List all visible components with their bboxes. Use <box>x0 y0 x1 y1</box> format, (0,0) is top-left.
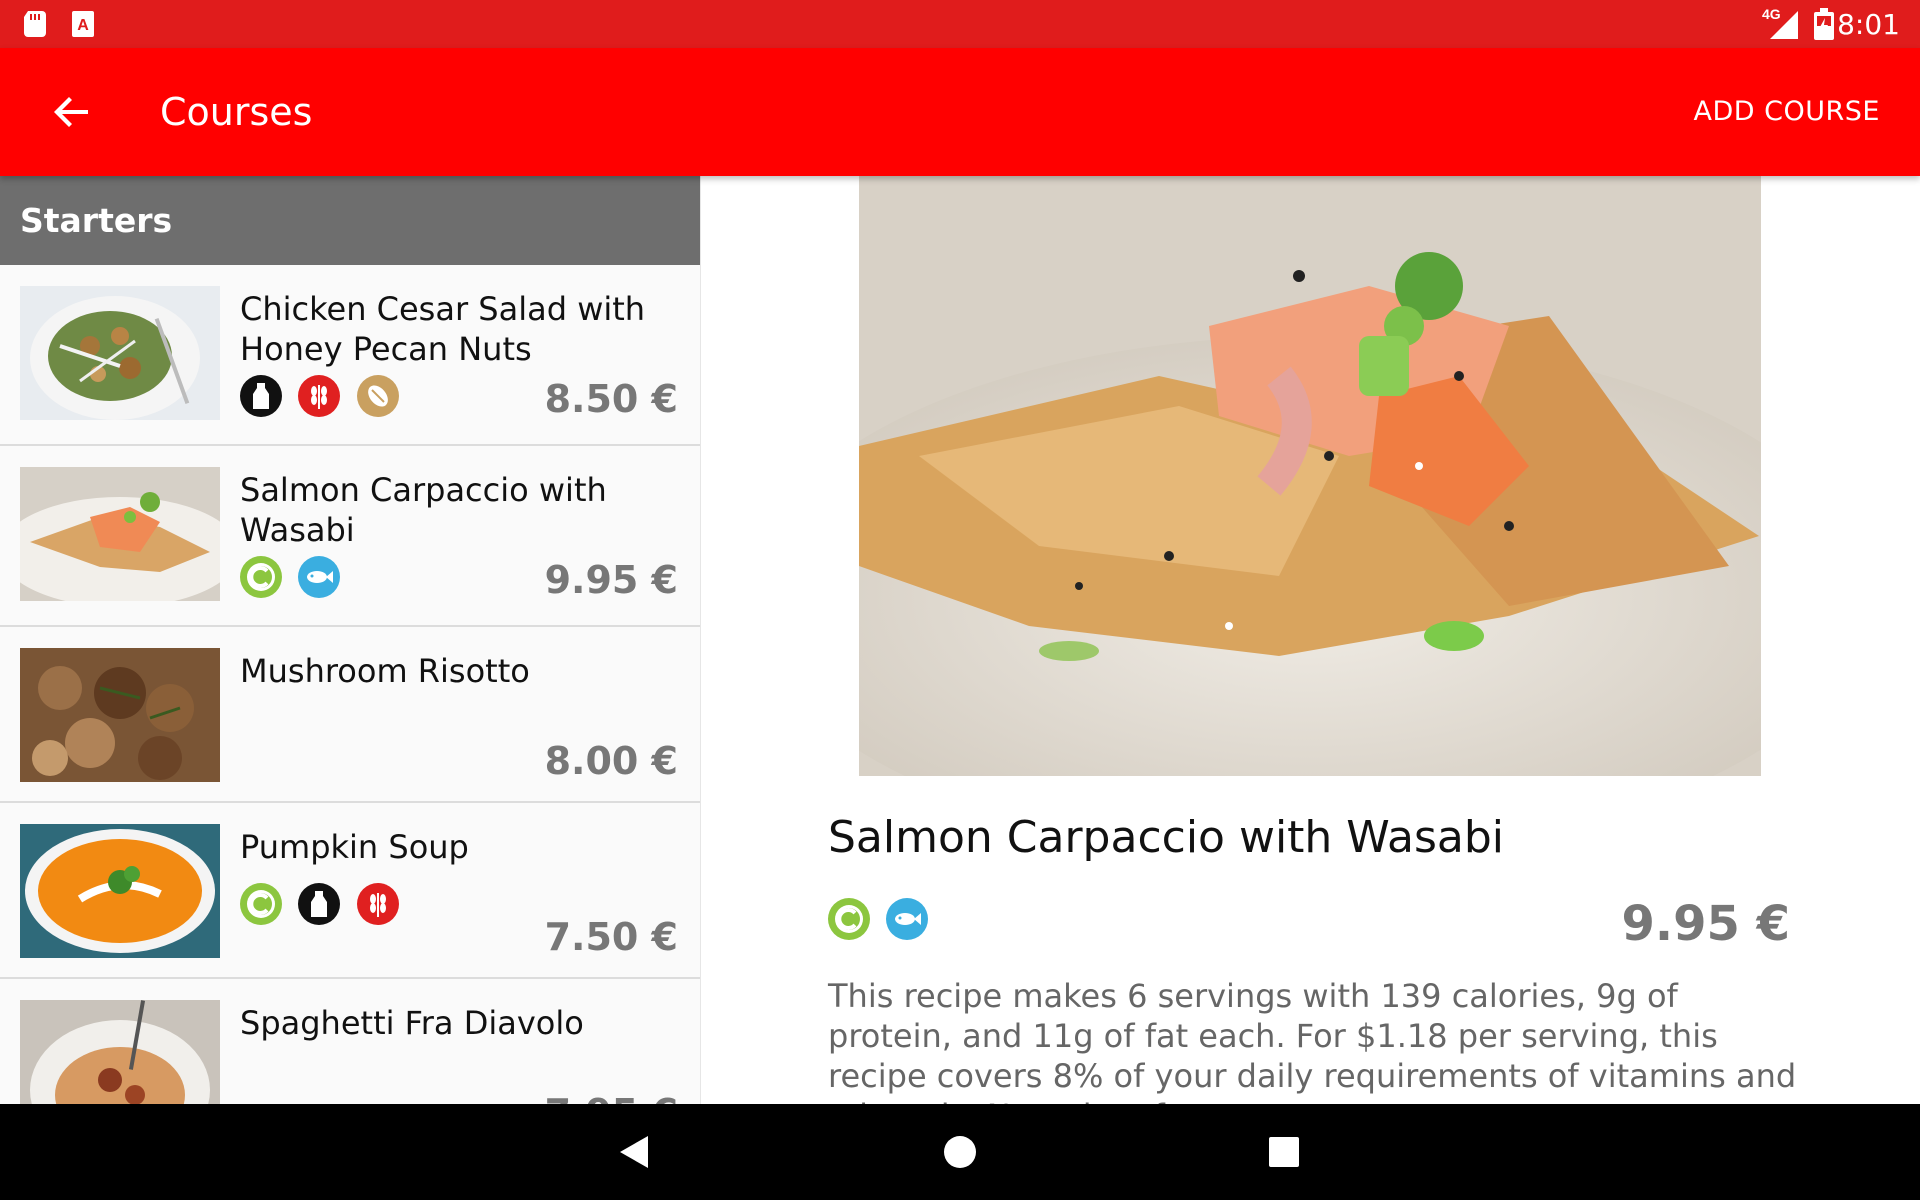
arrow-back-icon <box>54 97 88 127</box>
list-item[interactable]: Salmon Carpaccio with Wasabi 9.95 € <box>0 446 700 627</box>
sd-card-icon <box>24 11 46 42</box>
course-price: 9.95 € <box>544 558 678 602</box>
gluten-icon <box>356 883 399 925</box>
milk-icon <box>298 883 341 925</box>
course-name: Mushroom Risotto <box>240 652 530 690</box>
circle-home-icon <box>944 1136 976 1168</box>
status-bar: A 4G 8:01 <box>0 0 1920 48</box>
celery-icon <box>240 883 282 925</box>
list-item[interactable]: Mushroom Risotto 8.00 € <box>0 627 700 803</box>
back-button[interactable] <box>44 84 100 140</box>
course-hero-image <box>859 176 1761 776</box>
course-detail: Salmon Carpaccio with Wasabi 9.95 € This… <box>701 176 1920 1104</box>
course-name: Salmon Carpaccio with Wasabi <box>240 471 607 549</box>
square-recents-icon <box>1269 1137 1299 1167</box>
course-price: 8.50 € <box>544 377 678 421</box>
svg-text:A: A <box>77 17 89 34</box>
milk-icon <box>240 375 282 417</box>
gluten-icon <box>298 375 341 417</box>
celery-icon <box>828 898 870 940</box>
page-title: Courses <box>160 90 313 134</box>
course-thumbnail <box>20 286 220 420</box>
course-thumbnail <box>20 648 220 782</box>
section-header: Starters <box>0 176 700 265</box>
nav-recents-button[interactable] <box>1260 1128 1308 1176</box>
course-name: Pumpkin Soup <box>240 828 469 866</box>
course-price: 7.95 € <box>545 1091 678 1104</box>
navigation-bar <box>0 1104 1920 1200</box>
course-thumbnail <box>20 467 220 601</box>
course-price: 8.00 € <box>544 739 678 783</box>
signal-icon <box>1770 11 1798 44</box>
course-price: 7.50 € <box>544 915 678 959</box>
detail-price: 9.95 € <box>1621 896 1790 952</box>
celery-icon <box>240 556 282 598</box>
battery-icon <box>1814 8 1834 45</box>
detail-description: This recipe makes 6 servings with 139 ca… <box>828 977 1797 1104</box>
keyboard-a-icon: A <box>72 11 94 42</box>
course-name: Chicken Cesar Salad with Honey Pecan Nut… <box>240 290 646 368</box>
allergen-icons <box>240 883 411 925</box>
course-list[interactable]: Starters Chicken Cesar Salad with Honey … <box>0 176 701 1104</box>
course-thumbnail <box>20 824 220 958</box>
course-name: Spaghetti Fra Diavolo <box>240 1004 584 1042</box>
allergen-icons <box>240 375 411 417</box>
allergen-icons <box>240 556 352 598</box>
allergen-icons <box>828 898 940 940</box>
nav-home-button[interactable] <box>936 1128 984 1176</box>
app-bar: Courses ADD COURSE <box>0 48 1920 176</box>
nav-back-button[interactable] <box>612 1128 660 1176</box>
fish-icon <box>298 556 341 598</box>
course-thumbnail <box>20 1000 220 1104</box>
triangle-back-icon <box>620 1136 648 1168</box>
list-item[interactable]: Pumpkin Soup 7.50 € <box>0 803 700 979</box>
fish-icon <box>886 898 929 940</box>
nuts-icon <box>356 375 399 417</box>
add-course-button[interactable]: ADD COURSE <box>1694 96 1880 127</box>
list-item[interactable]: Spaghetti Fra Diavolo 7.95 € <box>0 979 700 1104</box>
list-item[interactable]: Chicken Cesar Salad with Honey Pecan Nut… <box>0 265 700 446</box>
detail-title: Salmon Carpaccio with Wasabi <box>828 812 1504 863</box>
status-time: 8:01 <box>1837 8 1900 41</box>
